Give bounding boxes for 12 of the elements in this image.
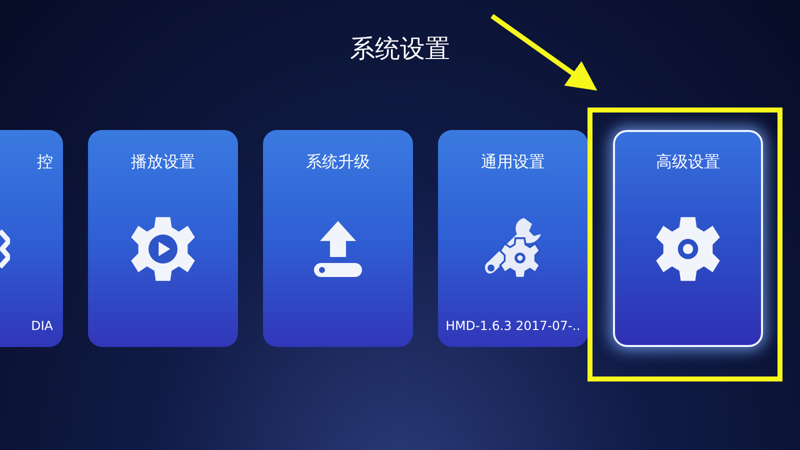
tile-caption: HMD-1.6.3 2017-07-..	[446, 318, 580, 333]
settings-tile[interactable]: 通用设置 HMD-1.6.3 2017-07-..	[438, 130, 588, 347]
settings-tile[interactable]: 控 DIA	[0, 130, 63, 347]
page-title: 系统设置	[350, 33, 450, 65]
settings-tile[interactable]: 高级设置	[613, 130, 763, 347]
upload-icon	[312, 219, 364, 279]
settings-tile[interactable]: 系统升级	[263, 130, 413, 347]
tile-caption: DIA	[31, 318, 53, 333]
settings-tile[interactable]: 播放设置	[88, 130, 238, 347]
gear-icon	[655, 216, 721, 282]
gear-play-icon	[130, 216, 196, 282]
chevron-icon	[0, 229, 10, 269]
